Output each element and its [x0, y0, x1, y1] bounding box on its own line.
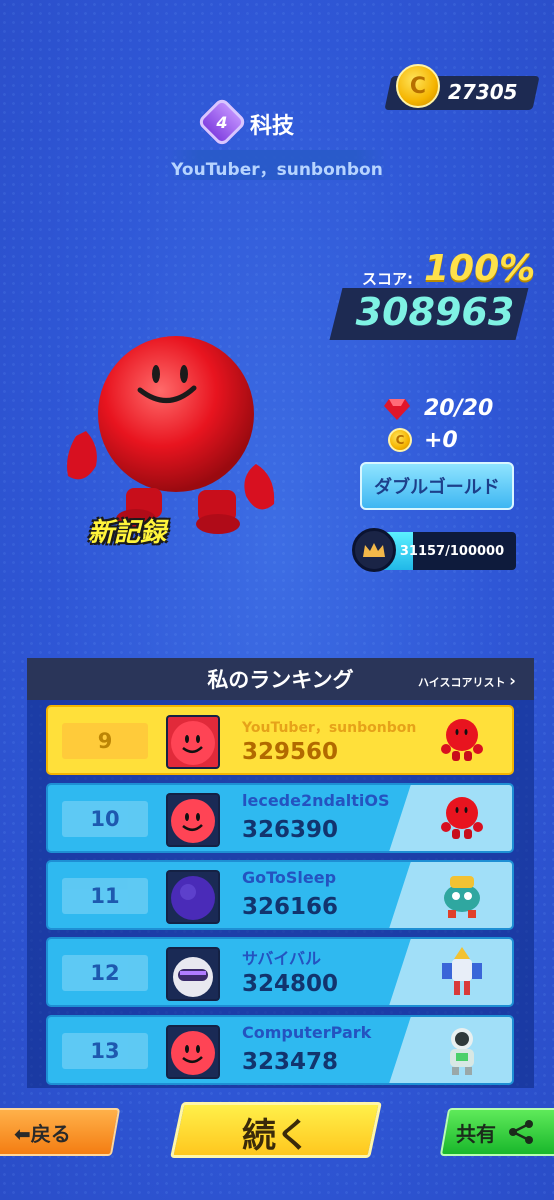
highscore-list-link[interactable]: ハイスコアリスト › — [418, 671, 516, 690]
astronaut-character-icon — [450, 1028, 474, 1075]
ranking-row[interactable]: 10 lecede2ndaltiOS 326390 — [46, 783, 514, 853]
coin-icon: C — [396, 64, 440, 108]
player-score: 326166 — [242, 894, 339, 920]
player-name: YouTuber，sunbonbon — [242, 720, 417, 736]
song-name: YouTuber，sunbonbon — [171, 160, 383, 180]
level-number: 4 — [216, 112, 228, 132]
avatar — [166, 793, 220, 847]
gem-icon — [384, 399, 410, 420]
rank-number: 13 — [62, 1033, 148, 1069]
avatar — [166, 715, 220, 769]
score-value: 308963 — [355, 290, 515, 334]
chevron-right-icon: › — [509, 671, 516, 690]
ranking-row[interactable]: 9 YouTuber，sunbonbon 329560 — [46, 705, 514, 775]
ranking-row[interactable]: 12 サバイバル 324800 — [46, 937, 514, 1007]
avatar — [166, 1025, 220, 1079]
rank-number: 11 — [62, 878, 148, 914]
highscore-link-label: ハイスコアリスト — [418, 676, 506, 689]
category-title: 科技 — [250, 114, 295, 139]
player-score: 329560 — [242, 739, 339, 765]
gem-count: 20/20 — [424, 396, 494, 421]
player-score: 326390 — [242, 817, 339, 843]
rank-number: 9 — [62, 723, 148, 759]
avatar — [166, 947, 220, 1001]
player-name: lecede2ndaltiOS — [242, 791, 390, 810]
coin-gain: +0 — [424, 428, 458, 453]
rank-number: 12 — [62, 955, 148, 991]
player-name: ComputerPark — [242, 1023, 372, 1042]
rank-number: 10 — [62, 801, 148, 837]
player-name: GoToSleep — [242, 868, 337, 887]
red-character-icon — [441, 719, 483, 761]
mech-character-icon — [442, 947, 482, 995]
coin-small-icon: C — [388, 428, 412, 452]
red-character-icon — [441, 797, 483, 839]
share-label[interactable]: 共有 — [456, 1118, 496, 1147]
score-label: スコア: — [362, 270, 413, 288]
ranking-row[interactable]: 13 ComputerPark 323478 — [46, 1015, 514, 1085]
double-gold-button[interactable]: ダブルゴールド — [360, 462, 514, 510]
accuracy-percent: 100% — [424, 248, 536, 289]
arrow-left-icon: ⬅ — [14, 1122, 31, 1146]
new-record-label: 新記録 — [88, 518, 167, 548]
avatar — [166, 870, 220, 924]
ranking-row[interactable]: 11 GoToSleep 326166 — [46, 860, 514, 930]
continue-label[interactable]: 続く — [176, 1108, 376, 1157]
robot-character-icon — [444, 876, 480, 918]
player-name: サバイバル — [242, 949, 322, 968]
share-icon[interactable] — [506, 1118, 536, 1146]
crown-icon — [352, 528, 396, 572]
player-score: 323478 — [242, 1049, 339, 1075]
back-button-label[interactable]: ⬅戻る — [14, 1118, 71, 1147]
player-score: 324800 — [242, 971, 339, 997]
coin-amount: 27305 — [448, 80, 518, 104]
back-text: 戻る — [30, 1122, 71, 1146]
